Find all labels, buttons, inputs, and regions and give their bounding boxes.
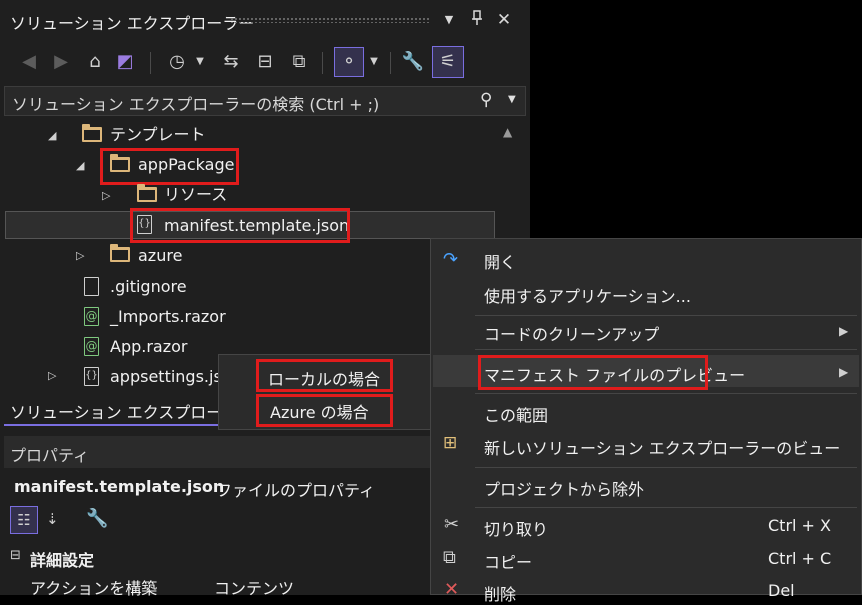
alphabetical-icon[interactable]: ⇣ <box>46 510 59 528</box>
view-hierarchy-icon[interactable]: ⚬ <box>334 47 364 77</box>
tree-item-azure[interactable]: azure <box>138 242 182 270</box>
razor-file-icon: @ <box>84 337 99 356</box>
delete-icon: ✕ <box>444 579 460 600</box>
view-dropdown-icon[interactable]: ▼ <box>366 50 382 74</box>
home-icon[interactable]: ⌂ <box>82 50 108 74</box>
menu-separator <box>475 393 857 394</box>
pending-changes-filter-icon[interactable]: ◷ <box>164 50 190 74</box>
menu-item-delete[interactable]: 削除 <box>484 581 516 605</box>
file-icon <box>84 277 99 296</box>
expanded-arrow-icon[interactable]: ◢ <box>76 159 84 172</box>
folder-icon <box>110 244 130 262</box>
search-placeholder: ソリューション エクスプローラーの検索 (Ctrl + ;) <box>12 95 380 114</box>
preview-selected-icon[interactable]: ⚟ <box>432 46 464 78</box>
toolbar-separator <box>322 52 323 74</box>
dropdown-arrow-icon[interactable]: ▼ <box>440 10 458 30</box>
menu-separator <box>475 467 857 468</box>
menu-item-new-view[interactable]: 新しいソリューション エクスプローラーのビュー <box>484 435 840 459</box>
search-icon[interactable]: ⚲ <box>480 90 492 110</box>
sync-icon[interactable]: ⇆ <box>218 50 244 74</box>
menu-separator <box>475 349 857 350</box>
filter-dropdown-icon[interactable]: ▼ <box>192 50 208 74</box>
context-menu: ↷ 開く 使用するアプリケーション... コードのクリーンアップ ▶ マニフェス… <box>430 238 862 604</box>
collapse-category-icon[interactable]: ⊟ <box>10 548 21 563</box>
tree-item-gitignore[interactable]: .gitignore <box>110 273 187 301</box>
copy-icon: ⧉ <box>443 547 456 568</box>
property-pages-icon[interactable]: 🔧 <box>86 508 108 529</box>
menu-item-scope-to-this[interactable]: この範囲 <box>484 402 548 426</box>
highlight-box <box>478 355 708 390</box>
toolbar-separator <box>150 52 151 74</box>
back-icon[interactable]: ◀ <box>16 50 42 74</box>
submenu-chevron-icon: ▶ <box>839 365 849 379</box>
search-options-icon[interactable]: ▼ <box>508 94 516 105</box>
menu-item-open[interactable]: 開く <box>484 249 516 273</box>
highlight-box <box>130 208 350 243</box>
properties-title: プロパティ <box>10 446 90 465</box>
scroll-up-icon[interactable]: ▲ <box>503 125 512 139</box>
tree-item-app-razor[interactable]: App.razor <box>110 333 188 361</box>
menu-separator <box>475 507 857 508</box>
highlight-box <box>100 148 239 185</box>
toolbar-separator <box>390 52 391 74</box>
close-icon[interactable]: ✕ <box>494 10 514 30</box>
open-icon: ↷ <box>443 249 459 270</box>
collapsed-arrow-icon[interactable]: ▷ <box>76 249 84 262</box>
menu-item-open-with[interactable]: 使用するアプリケーション... <box>484 283 691 307</box>
cut-icon: ✂ <box>444 514 460 535</box>
tree-item-imports-razor[interactable]: _Imports.razor <box>110 303 226 331</box>
expanded-arrow-icon[interactable]: ◢ <box>48 129 56 142</box>
drag-grip[interactable] <box>230 17 430 23</box>
highlight-box <box>256 359 393 392</box>
properties-file-suffix: ファイルのプロパティ <box>216 481 376 500</box>
shortcut-copy: Ctrl + C <box>768 549 832 568</box>
collapsed-arrow-icon[interactable]: ▷ <box>48 369 56 382</box>
tree-item-resources[interactable]: リソース <box>164 181 227 209</box>
tree-item-appsettings[interactable]: appsettings.js <box>110 363 222 391</box>
menu-item-copy[interactable]: コピー <box>484 549 532 573</box>
categorized-icon[interactable]: ☷ <box>10 506 38 534</box>
menu-separator <box>475 315 857 316</box>
folder-icon <box>82 124 102 142</box>
panel-title: ソリューション エクスプローラー <box>10 14 255 33</box>
pin-icon[interactable] <box>468 10 486 31</box>
collapsed-arrow-icon[interactable]: ▷ <box>102 189 110 202</box>
highlight-box <box>256 394 393 427</box>
json-file-icon: {} <box>84 367 99 386</box>
menu-item-cut[interactable]: 切り取り <box>484 516 548 540</box>
folder-icon <box>137 184 157 202</box>
shortcut-cut: Ctrl + X <box>768 516 832 535</box>
property-name-build-action: アクションを構築 <box>30 579 158 598</box>
solution-explorer-titlebar: ソリューション エクスプローラー ▼ ✕ <box>0 0 530 40</box>
visual-studio-icon[interactable]: ◩ <box>112 50 138 74</box>
razor-file-icon: @ <box>84 307 99 326</box>
submenu-chevron-icon: ▶ <box>839 324 849 338</box>
tree-item-templates[interactable]: テンプレート <box>110 121 206 149</box>
shortcut-delete: Del <box>768 581 795 600</box>
forward-icon[interactable]: ▶ <box>48 50 74 74</box>
new-view-icon: ⊞ <box>443 433 458 453</box>
property-value-build-action[interactable]: コンテンツ <box>214 575 294 599</box>
category-advanced: 詳細設定 <box>30 551 95 570</box>
properties-file-name: manifest.template.json <box>14 477 225 496</box>
menu-item-exclude-from-project[interactable]: プロジェクトから除外 <box>484 476 644 500</box>
show-all-files-icon[interactable]: ⧉ <box>286 50 312 74</box>
menu-item-code-cleanup[interactable]: コードのクリーンアップ <box>484 321 659 345</box>
wrench-icon[interactable]: 🔧 <box>400 50 426 74</box>
collapse-all-icon[interactable]: ⊟ <box>252 50 278 74</box>
